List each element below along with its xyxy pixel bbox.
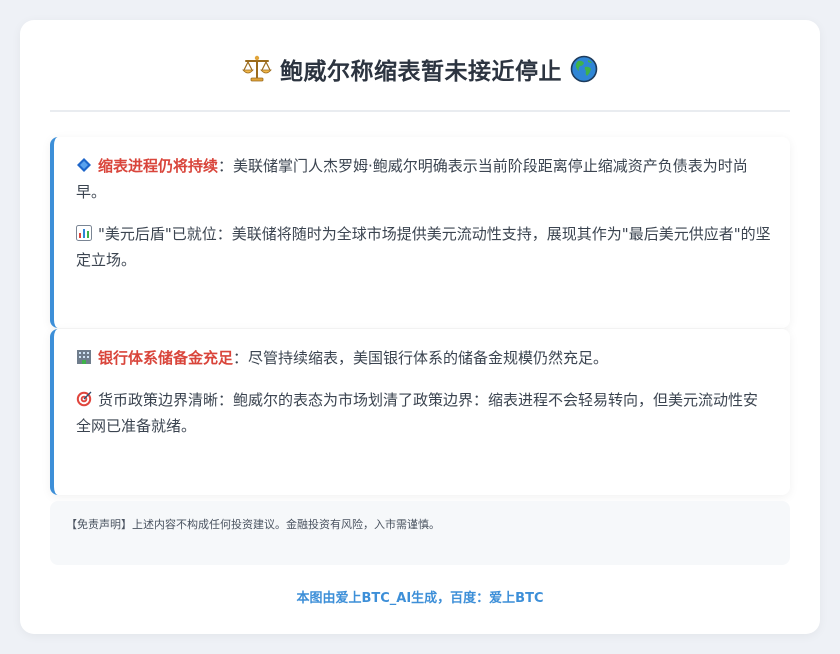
section-2-item-2-text: 货币政策边界清晰：鲍威尔的表态为市场划清了政策边界：缩表进程不会轻易转向，但美元… (76, 391, 759, 435)
section-1-item-2-text: "美元后盾"已就位：美联储将随时为全球市场提供美元流动性支持，展现其作为"最后美… (76, 225, 771, 269)
disclaimer-box: 【免责声明】上述内容不构成任何投资建议。金融投资有风险，入市需谨慎。 (50, 501, 790, 565)
section-1-item-1: 缩表进程仍将持续：美联储掌门人杰罗姆·鲍威尔明确表示当前阶段距离停止缩减资产负债… (76, 153, 772, 205)
footer-credit: 本图由爱上BTC_AI生成，百度：爱上BTC (296, 591, 544, 606)
content-card: 鲍威尔称缩表暂未接近停止 缩表进程仍将持续：美联储掌门人杰罗姆·鲍威尔明确表示当… (20, 20, 820, 634)
target-icon (76, 389, 92, 407)
section-2-item-1-text: ：尽管持续缩表，美国银行体系的储备金规模仍然充足。 (233, 349, 609, 367)
globe-icon (570, 55, 598, 83)
section-2-item-1: 银行体系储备金充足：尽管持续缩表，美国银行体系的储备金规模仍然充足。 (76, 345, 772, 371)
page-title: 鲍威尔称缩表暂未接近停止 (280, 59, 562, 85)
blue-diamond-icon (76, 155, 92, 172)
info-section-2: 银行体系储备金充足：尽管持续缩表，美国银行体系的储备金规模仍然充足。 货币政策边… (50, 329, 790, 495)
header: 鲍威尔称缩表暂未接近停止 (50, 46, 790, 112)
section-2-item-1-highlight: 银行体系储备金充足 (98, 349, 234, 367)
title-row: 鲍威尔称缩表暂未接近停止 (242, 52, 598, 86)
disclaimer-text: 【免责声明】上述内容不构成任何投资建议。金融投资有风险，入市需谨慎。 (66, 518, 440, 531)
section-1-item-1-highlight: 缩表进程仍将持续 (98, 157, 219, 175)
bar-chart-icon (76, 223, 92, 241)
section-2-item-2: 货币政策边界清晰：鲍威尔的表态为市场划清了政策边界：缩表进程不会轻易转向，但美元… (76, 387, 772, 439)
balance-scale-icon (242, 55, 272, 83)
bank-icon (76, 347, 92, 364)
info-section-1: 缩表进程仍将持续：美联储掌门人杰罗姆·鲍威尔明确表示当前阶段距离停止缩减资产负债… (50, 137, 790, 328)
section-1-item-2: "美元后盾"已就位：美联储将随时为全球市场提供美元流动性支持，展现其作为"最后美… (76, 221, 772, 273)
